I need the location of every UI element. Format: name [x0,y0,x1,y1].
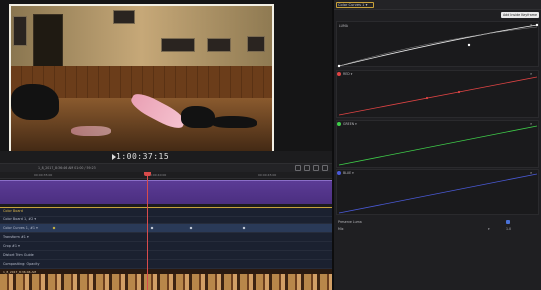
snapping-icon[interactable] [295,165,301,171]
keyframe-marker[interactable] [189,226,193,230]
video-frame-image [11,6,272,152]
timeline-info: 1_8_2017_8:36:46 AM 01:00 / 59:23 [38,166,96,170]
connected-clip[interactable] [0,180,332,204]
solo-icon[interactable] [322,165,328,171]
keyframe-marker[interactable] [242,226,246,230]
green-curve[interactable]: GREEN ▾ ⌕ [336,120,539,168]
eyedropper-icon[interactable]: ⌕ [530,171,534,175]
preserve-luma-label: Preserve Luma [338,220,362,224]
ruler-tick: 00:00:35:00 [34,173,53,177]
filmstrip-frames [0,274,332,290]
red-curve[interactable]: RED ▾ ⌕ [336,70,539,118]
mix-label: Mix [338,227,344,231]
primary-clip-filmstrip[interactable]: 1_8_2017_8:36:46 AM [0,269,332,290]
playhead[interactable] [147,172,148,290]
eyedropper-icon[interactable]: ⌕ [530,72,534,76]
viewer [0,0,332,154]
red-curve-graph[interactable] [337,71,540,119]
video-animation-panel: Color Board Color Board 1, #2 ▾ Color Cu… [0,207,332,269]
inspector-header: Color Curves 1 ▾ [334,0,541,10]
effect-row-selected[interactable]: Color Curves 1, #1 ▾ [0,224,332,233]
ruler-tick: 00:00:45:00 [258,173,277,177]
effect-row-label: Color Curves 1, #1 ▾ [3,226,38,230]
mix-slider-icon[interactable]: ▾ [488,227,490,231]
skimming-icon[interactable] [304,165,310,171]
tooltip: Add Inside Keyframe [500,12,539,18]
effect-row-label: Distort Trim Guide [3,253,34,257]
luma-curve[interactable]: LUMA ⌕ [336,21,540,68]
blue-curve-graph[interactable] [337,170,540,216]
playhead-handle[interactable] [144,172,151,176]
effects-header: Color Board [3,209,23,213]
green-curve-graph[interactable] [337,121,540,169]
effect-row[interactable]: Color Board 1, #2 ▾ [0,215,332,224]
blue-curve[interactable]: BLUE ▾ ⌕ [336,169,539,215]
effect-row[interactable]: Distort Trim Guide [0,251,332,260]
effect-row[interactable]: Crop #1 ▾ [0,242,332,251]
effect-row-label: Crop #1 ▾ [3,244,20,248]
inspector-title[interactable]: Color Curves 1 ▾ [338,3,367,7]
keyframe-marker[interactable] [52,226,56,230]
viewer-controls: 1:00:37:15 [0,151,332,163]
effect-row-label: Color Board 1, #2 ▾ [3,217,37,221]
eyedropper-icon[interactable]: ⌕ [530,23,534,27]
preserve-luma-checkbox[interactable] [506,220,510,224]
audio-skim-icon[interactable] [313,165,319,171]
effect-row-label: Compositing: Opacity [3,262,40,266]
timecode-display: 1:00:37:15 [116,152,170,161]
effect-row[interactable]: Compositing: Opacity [0,260,332,269]
timeline-toolbar: 1_8_2017_8:36:46 AM 01:00 / 59:23 [0,163,332,172]
video-frame [9,4,274,154]
mix-value[interactable]: 1.0 [506,227,511,231]
keyframe-marker[interactable] [150,226,154,230]
luma-curve-graph[interactable] [337,22,540,68]
effect-row-label: Transform #1 ▾ [3,235,29,239]
eyedropper-icon[interactable]: ⌕ [530,122,534,126]
timeline-ruler[interactable]: 00:00:35:00 00:00:40:00 00:00:45:00 [0,172,332,179]
mix-row: Mix ▾ 1.0 [338,226,538,234]
color-inspector: Color Curves 1 ▾ Add Inside Keyframe LUM… [334,0,541,290]
effect-row[interactable]: Transform #1 ▾ [0,233,332,242]
